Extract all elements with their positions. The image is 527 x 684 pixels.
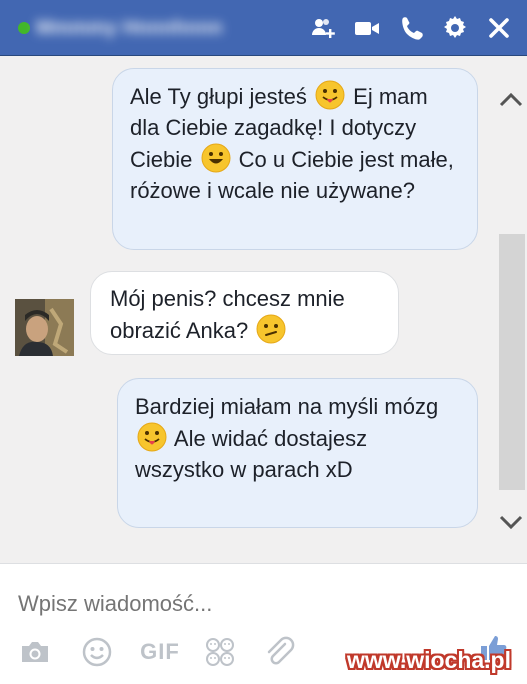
scrollbar-thumb[interactable] — [499, 234, 525, 490]
add-friend-icon[interactable] — [305, 10, 341, 46]
gif-button[interactable]: GIF — [140, 634, 180, 670]
close-icon[interactable] — [481, 10, 517, 46]
header-actions — [297, 10, 517, 46]
attachment-icon[interactable] — [262, 634, 296, 670]
stickers-icon[interactable] — [203, 634, 237, 670]
message-bubble-outgoing: Bardziej miałam na myśli mózg Ale widać … — [117, 378, 478, 528]
message-composer: GIF www.wiocha.pl — [0, 563, 527, 684]
settings-icon[interactable] — [437, 10, 473, 46]
phone-icon[interactable] — [393, 10, 429, 46]
confused-emoji-icon — [256, 314, 286, 344]
scroll-up-chevron-icon[interactable] — [495, 84, 527, 116]
message-text: Ale Ty głupi jesteś — [130, 84, 307, 109]
contact-name[interactable]: Mmmmy Hnnnhnnn — [36, 14, 266, 42]
message-bubble-incoming: Mój penis? chcesz mnie obrazić Anka? — [90, 271, 399, 355]
online-status-dot — [18, 22, 30, 34]
message-text: Bardziej miałam na myśli mózg — [135, 394, 439, 419]
grin-emoji-icon — [201, 143, 230, 173]
message-text: Mój penis? chcesz mnie obrazić Anka? — [110, 286, 345, 343]
scroll-down-chevron-icon[interactable] — [495, 506, 527, 538]
emoji-icon[interactable] — [80, 634, 114, 670]
message-text: Ale widać dostajesz wszystko w parach xD — [135, 426, 368, 482]
chat-header: Mmmmy Hnnnhnnn — [0, 0, 527, 56]
tongue-emoji-icon — [315, 80, 345, 110]
message-bubble-outgoing: Ale Ty głupi jesteś Ej mam dla Ciebie za… — [112, 68, 478, 250]
message-input[interactable] — [16, 586, 500, 622]
scrollbar[interactable] — [495, 56, 527, 563]
contact-avatar[interactable] — [15, 299, 74, 356]
tongue-emoji-icon — [137, 422, 167, 452]
camera-icon[interactable] — [18, 634, 52, 670]
video-call-icon[interactable] — [349, 10, 385, 46]
message-thread: Ale Ty głupi jesteś Ej mam dla Ciebie za… — [0, 56, 527, 563]
watermark: www.wiocha.pl — [347, 647, 511, 673]
